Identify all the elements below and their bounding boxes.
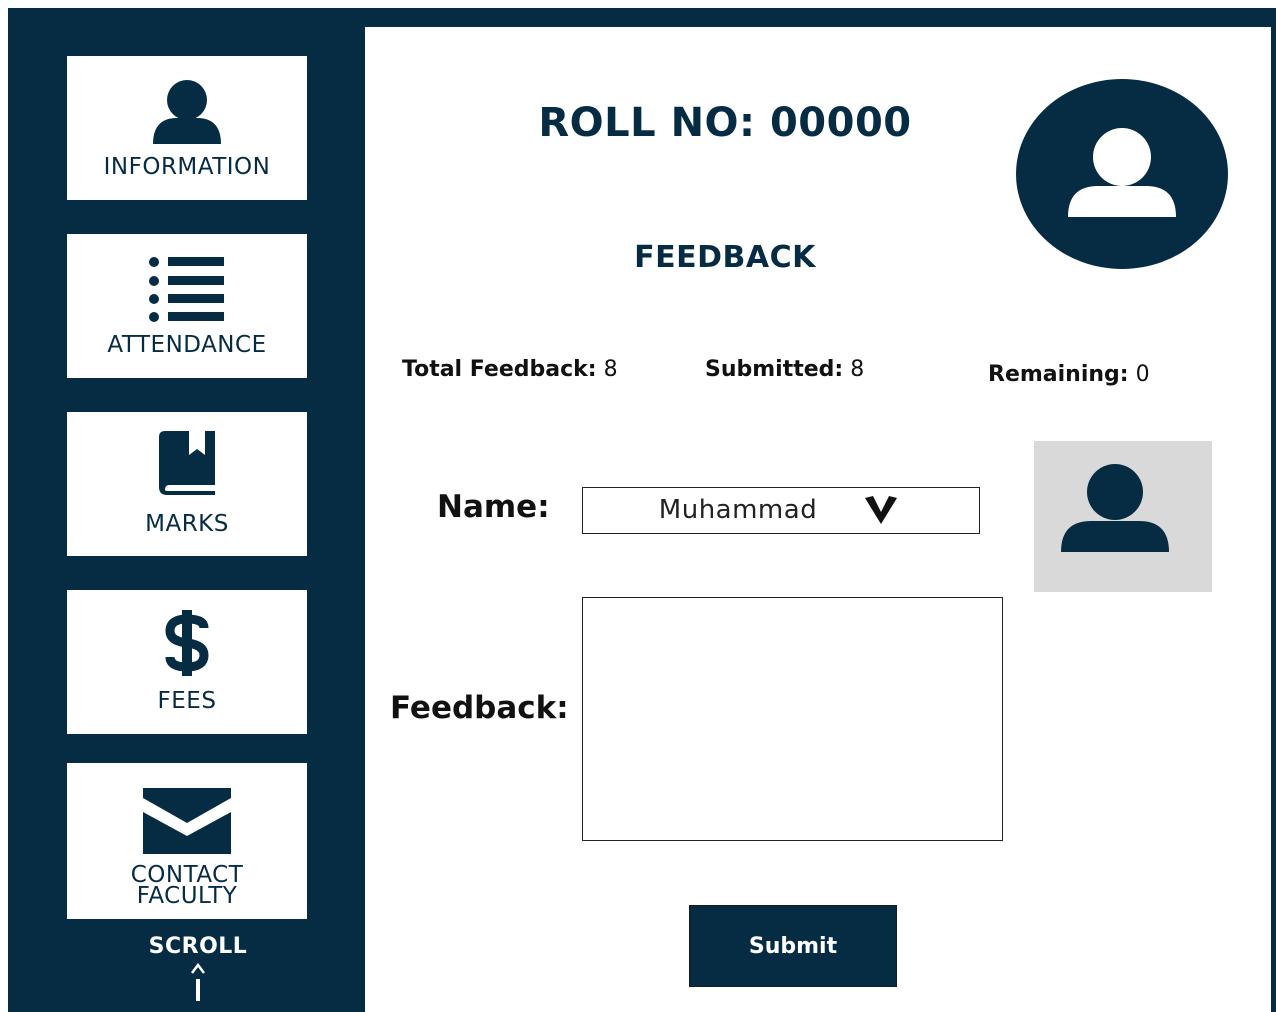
profile-avatar[interactable]	[1016, 79, 1228, 269]
sidebar-item-marks[interactable]: MARKS	[67, 412, 307, 556]
arrow-up-icon[interactable]	[186, 962, 210, 1003]
sidebar-item-label: FEES	[157, 688, 217, 714]
submitted-label: Submitted:	[705, 357, 844, 382]
total-feedback-value: 8	[603, 357, 618, 382]
name-select[interactable]: Muhammad	[582, 487, 980, 534]
sidebar-item-label: ATTENDANCE	[107, 332, 267, 358]
remaining-stat: Remaining: 0	[988, 362, 1150, 387]
scroll-label[interactable]: SCROLL	[128, 934, 268, 959]
sidebar-item-contact-faculty[interactable]: CONTACT FACULTY	[67, 763, 307, 919]
book-icon	[67, 429, 307, 497]
sidebar-item-label: CONTACT FACULTY	[67, 864, 307, 909]
page-title: FEEDBACK	[634, 240, 816, 275]
sidebar-item-attendance[interactable]: ATTENDANCE	[67, 234, 307, 378]
roll-number: ROLL NO: 00000	[538, 100, 912, 146]
student-photo	[1034, 441, 1212, 592]
user-icon	[67, 78, 307, 146]
submit-button[interactable]: Submit	[689, 905, 897, 987]
submitted-stat: Submitted: 8	[705, 357, 864, 382]
user-icon	[1061, 464, 1169, 552]
list-icon	[67, 256, 307, 324]
name-select-value: Muhammad	[658, 495, 818, 525]
envelope-icon	[67, 788, 307, 854]
dollar-icon	[67, 610, 307, 676]
submitted-value: 8	[850, 357, 865, 382]
name-label: Name:	[437, 489, 550, 525]
sidebar-item-label: MARKS	[145, 511, 229, 537]
sidebar-item-information[interactable]: INFORMATION	[67, 56, 307, 200]
chevron-down-icon	[863, 494, 899, 526]
remaining-label: Remaining:	[988, 362, 1129, 387]
total-feedback-label: Total Feedback:	[402, 357, 597, 382]
user-avatar-icon	[1068, 128, 1176, 217]
sidebar-item-label: INFORMATION	[103, 154, 271, 180]
total-feedback-stat: Total Feedback: 8	[402, 357, 618, 382]
sidebar-item-label-line2: FACULTY	[136, 883, 238, 909]
sidebar-item-fees[interactable]: FEES	[67, 590, 307, 734]
remaining-value: 0	[1135, 362, 1150, 387]
feedback-textarea[interactable]	[582, 597, 1003, 841]
feedback-label: Feedback:	[390, 690, 569, 726]
